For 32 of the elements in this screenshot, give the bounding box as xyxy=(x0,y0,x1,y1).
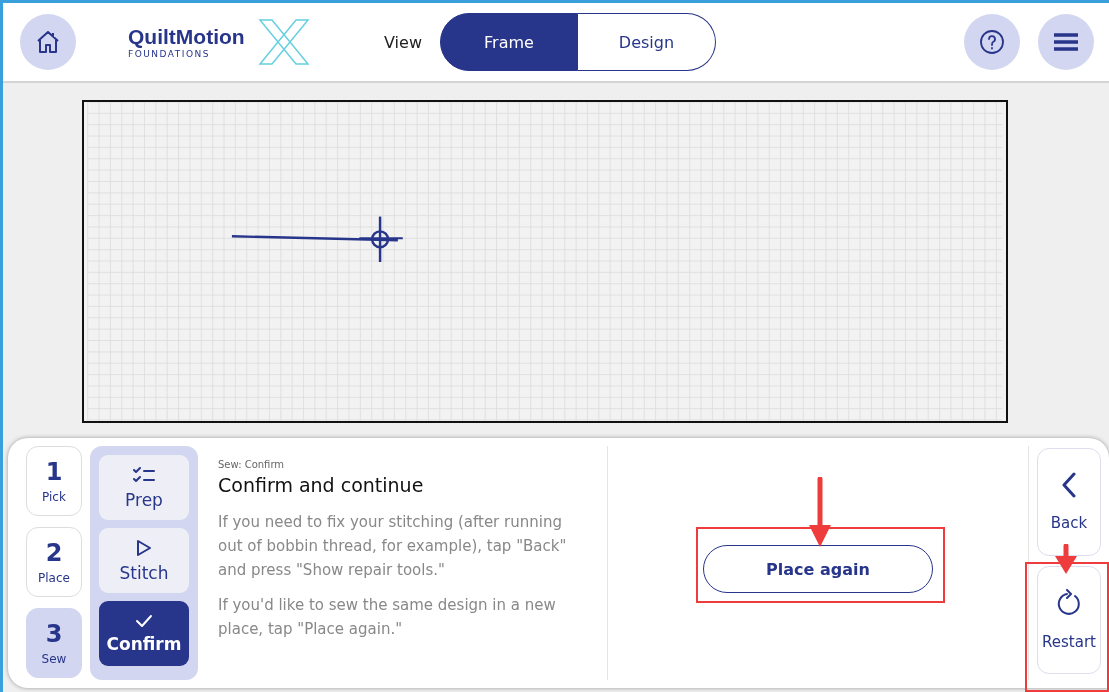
logo-x-icon xyxy=(256,18,312,66)
home-icon xyxy=(35,29,61,55)
logo-name: QuiltMotion xyxy=(128,25,245,49)
menu-button[interactable] xyxy=(1038,14,1094,70)
help-icon xyxy=(979,29,1005,55)
view-tab[interactable]: Frame xyxy=(439,13,578,71)
place-again-button[interactable]: Place again xyxy=(703,545,933,593)
play-icon xyxy=(136,538,152,557)
substep-button[interactable]: Prep xyxy=(99,455,189,520)
instruction-paragraph: If you'd like to sew the same design in a new place, tap "Place again." xyxy=(218,595,557,640)
refresh-icon xyxy=(1056,589,1082,617)
annotation-arrow xyxy=(808,477,832,549)
checklist-icon xyxy=(133,465,155,484)
instruction-paragraph: If you need to fix your stitching (after running out of bobbin thread, for example), tap "Back" and press "Show repair tools." xyxy=(218,512,568,581)
step-button[interactable]: 3 Sew xyxy=(26,608,82,678)
view-tab[interactable]: Design xyxy=(577,13,716,71)
chevron-left-icon xyxy=(1061,472,1077,498)
instruction-title: Confirm and continue xyxy=(218,474,425,496)
breadcrumb: Sew: Confirm xyxy=(218,459,286,470)
back-button[interactable]: Back xyxy=(1037,448,1101,556)
step-button[interactable]: 2 Place xyxy=(26,527,82,597)
logo-tagline: FOUNDATIONS xyxy=(128,49,210,59)
help-button[interactable] xyxy=(964,14,1020,70)
check-icon xyxy=(135,613,153,628)
step-button[interactable]: 1 Pick xyxy=(26,446,82,516)
substep-button[interactable]: Confirm xyxy=(99,601,189,666)
home-button[interactable] xyxy=(20,14,76,70)
menu-icon xyxy=(1053,32,1079,52)
view-label: View xyxy=(384,32,422,52)
restart-button[interactable]: Restart xyxy=(1037,566,1101,674)
substep-button[interactable]: Stitch xyxy=(99,528,189,593)
annotation-arrow xyxy=(1054,544,1078,576)
